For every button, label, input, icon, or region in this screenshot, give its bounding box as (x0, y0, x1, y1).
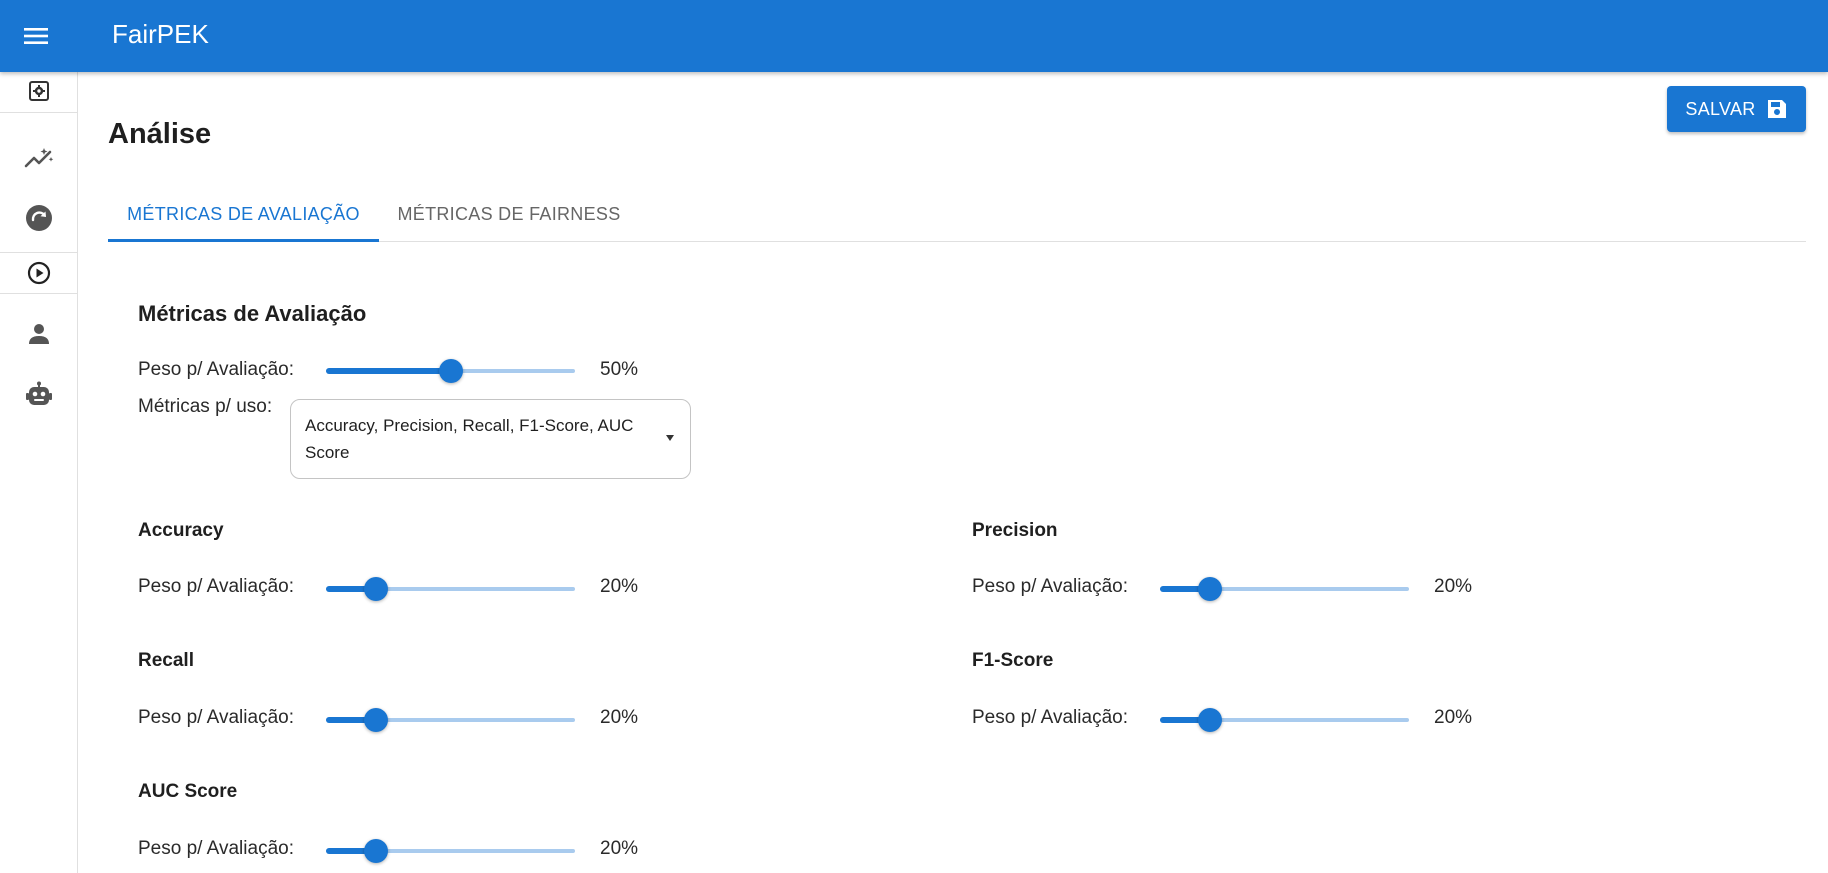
save-button-label: SALVAR (1685, 98, 1756, 119)
metrics-select[interactable]: Accuracy, Precision, Recall, F1-Score, A… (290, 399, 691, 479)
precision-weight-value: 20% (1434, 576, 1473, 597)
metric-title-accuracy: Accuracy (138, 520, 224, 541)
sidebar (0, 72, 78, 873)
slider-thumb[interactable] (1197, 577, 1222, 601)
dropdown-arrow-icon (666, 435, 674, 441)
sidebar-item-user[interactable] (0, 314, 77, 354)
metric-weight-label: Peso p/ Avaliação: (138, 576, 294, 597)
weight-slider[interactable] (326, 357, 575, 385)
metric-weight-label: Peso p/ Avaliação: (972, 576, 1128, 597)
auto-graph-icon (24, 148, 53, 168)
save-icon (1767, 100, 1786, 118)
slider-track (326, 368, 451, 374)
sidebar-divider (0, 293, 77, 294)
sidebar-item-settings[interactable] (0, 76, 77, 106)
refresh-circle-icon (25, 205, 52, 231)
f1-score-weight-value: 20% (1434, 707, 1473, 728)
sidebar-divider (0, 112, 77, 113)
menu-icon[interactable] (18, 18, 54, 54)
slider-thumb[interactable] (1197, 708, 1222, 732)
metric-weight-label: Peso p/ Avaliação: (138, 838, 294, 859)
tab-metricas-de-fairness[interactable]: MÉTRICAS DE FAIRNESS (379, 186, 639, 242)
metrics-label: Métricas p/ uso: (138, 396, 273, 417)
sidebar-divider (0, 252, 77, 253)
person-icon (28, 324, 49, 344)
settings-box-icon (28, 81, 49, 101)
section-title: Métricas de Avaliação (138, 301, 367, 326)
metric-weight-label: Peso p/ Avaliação: (972, 707, 1128, 728)
tab-indicator (108, 239, 379, 242)
metrics-select-value: Accuracy, Precision, Recall, F1-Score, A… (305, 416, 634, 462)
sidebar-item-run[interactable] (0, 256, 77, 290)
sidebar-item-bot[interactable] (0, 374, 77, 414)
tab-bar: MÉTRICAS DE AVALIAÇÃO MÉTRICAS DE FAIRNE… (108, 186, 1806, 242)
save-button[interactable]: SALVAR (1667, 86, 1806, 132)
metric-weight-label: Peso p/ Avaliação: (138, 707, 294, 728)
slider-thumb[interactable] (363, 708, 388, 732)
metric-title-recall: Recall (138, 650, 194, 671)
slider-thumb[interactable] (363, 577, 388, 601)
tab-metricas-de-avaliacao[interactable]: MÉTRICAS DE AVALIAÇÃO (108, 186, 379, 242)
f1-score-weight-slider[interactable] (1160, 706, 1409, 734)
recall-weight-value: 20% (600, 707, 639, 728)
sidebar-item-analytics[interactable] (0, 138, 77, 178)
precision-weight-slider[interactable] (1160, 575, 1409, 603)
page-title: Análise (108, 118, 212, 150)
sidebar-item-refresh[interactable] (0, 198, 77, 238)
auc-score-weight-slider[interactable] (326, 837, 575, 865)
robot-icon (25, 381, 52, 405)
slider-thumb[interactable] (363, 839, 388, 863)
auc-score-weight-value: 20% (600, 838, 639, 859)
metric-title-precision: Precision (972, 520, 1058, 541)
slider-thumb[interactable] (438, 359, 463, 383)
weight-value: 50% (600, 359, 639, 380)
recall-weight-slider[interactable] (326, 706, 575, 734)
accuracy-weight-value: 20% (600, 576, 639, 597)
metric-title-f1-score: F1-Score (972, 650, 1054, 671)
accuracy-weight-slider[interactable] (326, 575, 575, 603)
top-app-bar: FairPEK (0, 0, 1828, 72)
metric-title-auc-score: AUC Score (138, 781, 238, 802)
play-circle-icon (27, 261, 50, 285)
weight-label: Peso p/ Avaliação: (138, 359, 294, 380)
app-title: FairPEK (112, 19, 209, 49)
